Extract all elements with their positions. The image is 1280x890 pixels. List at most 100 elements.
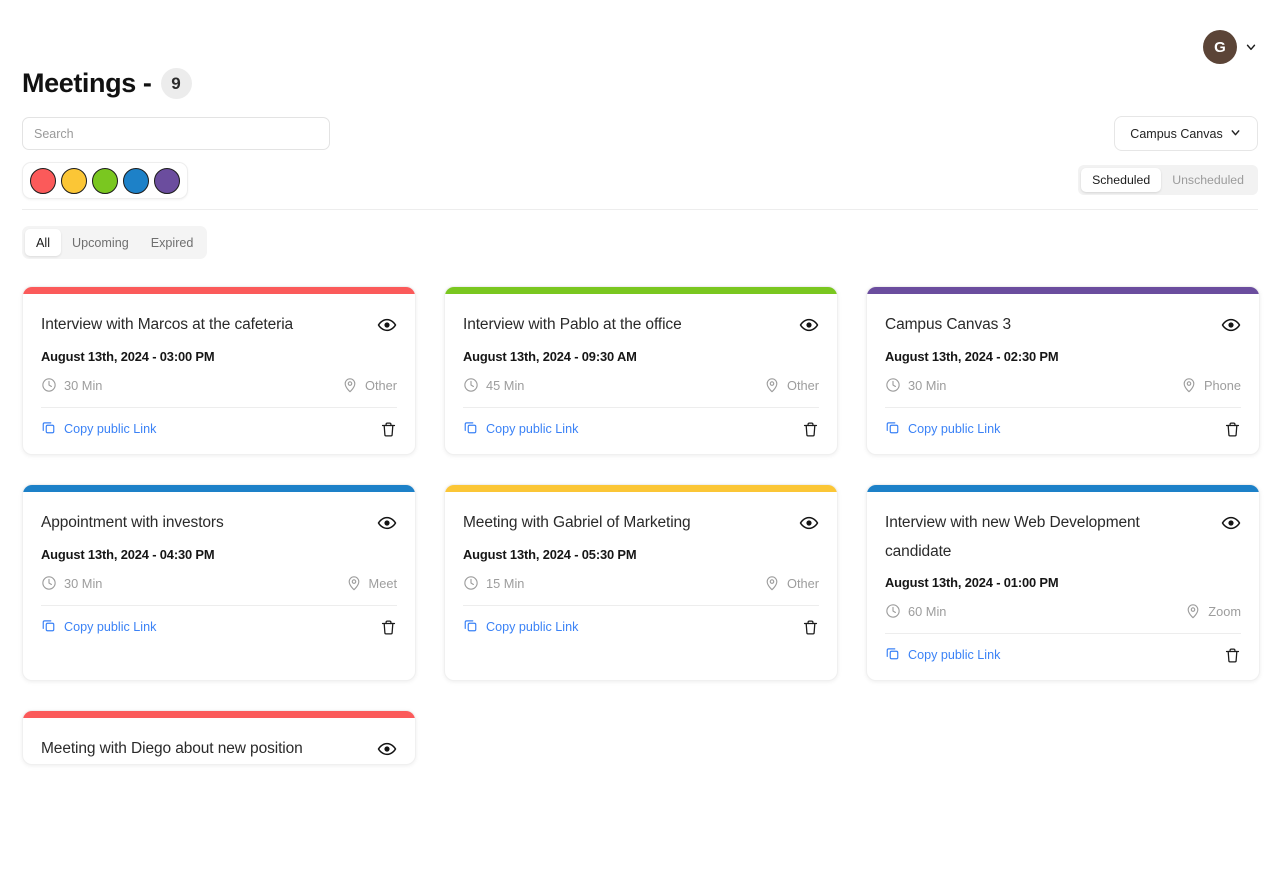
- card-footer: Copy public Link: [885, 408, 1241, 454]
- tab-expired[interactable]: Expired: [140, 229, 205, 256]
- trash-icon[interactable]: [802, 619, 819, 636]
- eye-icon[interactable]: [377, 315, 397, 340]
- eye-icon[interactable]: [377, 739, 397, 764]
- meeting-duration-text: 45 Min: [486, 378, 524, 393]
- eye-icon[interactable]: [799, 315, 819, 340]
- card-header: Meeting with Diego about new position: [41, 734, 397, 764]
- copy-public-link-label: Copy public Link: [64, 620, 156, 634]
- section-divider: [22, 209, 1258, 210]
- meeting-card[interactable]: Interview with Pablo at the officeAugust…: [444, 286, 838, 455]
- project-select[interactable]: Campus Canvas: [1114, 116, 1258, 151]
- meetings-count-badge: 9: [161, 68, 192, 99]
- clock-icon: [885, 377, 901, 393]
- meeting-meta: 15 MinOther: [463, 575, 819, 591]
- trash-icon[interactable]: [380, 619, 397, 636]
- copy-public-link-button[interactable]: Copy public Link: [885, 420, 1000, 438]
- color-swatch-red[interactable]: [30, 168, 56, 194]
- tab-all[interactable]: All: [25, 229, 61, 256]
- card-header: Interview with new Web Development candi…: [885, 508, 1241, 566]
- color-swatch-blue[interactable]: [123, 168, 149, 194]
- meeting-duration-text: 30 Min: [64, 576, 102, 591]
- meeting-card[interactable]: Interview with new Web Development candi…: [866, 484, 1260, 681]
- copy-icon: [41, 618, 56, 636]
- meeting-duration: 60 Min: [885, 603, 946, 619]
- chevron-down-icon[interactable]: [1244, 40, 1258, 54]
- card-accent-bar: [23, 485, 415, 492]
- color-swatch-green[interactable]: [92, 168, 118, 194]
- copy-public-link-button[interactable]: Copy public Link: [41, 618, 156, 636]
- copy-icon: [885, 420, 900, 438]
- card-footer: Copy public Link: [41, 606, 397, 652]
- card-header: Campus Canvas 3: [885, 310, 1241, 340]
- copy-public-link-button[interactable]: Copy public Link: [463, 618, 578, 636]
- meeting-card[interactable]: Interview with Marcos at the cafeteriaAu…: [22, 286, 416, 455]
- card-accent-bar: [445, 485, 837, 492]
- card-footer: Copy public Link: [463, 408, 819, 454]
- color-swatch-yellow[interactable]: [61, 168, 87, 194]
- meeting-location: Zoom: [1185, 603, 1241, 619]
- meeting-location-text: Other: [787, 378, 819, 393]
- card-accent-bar: [867, 485, 1259, 492]
- eye-icon[interactable]: [377, 513, 397, 538]
- card-body: Meeting with Gabriel of MarketingAugust …: [445, 492, 837, 680]
- trash-icon[interactable]: [1224, 421, 1241, 438]
- card-footer: Copy public Link: [41, 408, 397, 454]
- eye-icon[interactable]: [1221, 315, 1241, 340]
- meeting-duration: 30 Min: [885, 377, 946, 393]
- meeting-location-text: Other: [365, 378, 397, 393]
- card-header: Interview with Pablo at the office: [463, 310, 819, 340]
- meeting-duration-text: 30 Min: [64, 378, 102, 393]
- clock-icon: [463, 377, 479, 393]
- card-accent-bar: [23, 711, 415, 718]
- eye-icon[interactable]: [1221, 513, 1241, 538]
- meeting-meta: 60 Min Zoom: [885, 603, 1241, 619]
- copy-public-link-button[interactable]: Copy public Link: [885, 646, 1000, 664]
- meetings-page: G Meetings - 9 Campus Canvas Scheduled U…: [0, 0, 1280, 890]
- card-accent-bar: [445, 287, 837, 294]
- copy-public-link-label: Copy public Link: [486, 422, 578, 436]
- meeting-card[interactable]: Campus Canvas 3 August 13th, 2024 - 02:30…: [866, 286, 1260, 455]
- copy-public-link-button[interactable]: Copy public Link: [41, 420, 156, 438]
- copy-public-link-label: Copy public Link: [486, 620, 578, 634]
- card-body: Interview with Pablo at the officeAugust…: [445, 294, 837, 454]
- meeting-card[interactable]: Appointment with investorsAugust 13th, 2…: [22, 484, 416, 681]
- meeting-date: August 13th, 2024 - 05:30 PM: [463, 547, 819, 562]
- clock-icon: [41, 377, 57, 393]
- meeting-duration: 30 Min: [41, 377, 102, 393]
- meeting-card[interactable]: Meeting with Gabriel of MarketingAugust …: [444, 484, 838, 681]
- chevron-down-icon: [1229, 126, 1242, 142]
- toggle-unscheduled[interactable]: Unscheduled: [1161, 168, 1255, 192]
- meeting-meta: 30 MinPhone: [885, 377, 1241, 393]
- page-title-text: Meetings -: [22, 68, 152, 99]
- meeting-duration: 15 Min: [463, 575, 524, 591]
- card-header: Interview with Marcos at the cafeteria: [41, 310, 397, 340]
- tab-upcoming[interactable]: Upcoming: [61, 229, 140, 256]
- meeting-title: Interview with Pablo at the office: [463, 310, 682, 339]
- trash-icon[interactable]: [1224, 647, 1241, 664]
- copy-public-link-button[interactable]: Copy public Link: [463, 420, 578, 438]
- trash-icon[interactable]: [802, 421, 819, 438]
- eye-icon[interactable]: [799, 513, 819, 538]
- clock-icon: [41, 575, 57, 591]
- meeting-date: August 13th, 2024 - 02:30 PM: [885, 349, 1241, 364]
- meeting-card[interactable]: Meeting with Diego about new position: [22, 710, 416, 765]
- meeting-meta: 30 Min Other: [41, 377, 397, 393]
- trash-icon[interactable]: [380, 421, 397, 438]
- toggle-scheduled[interactable]: Scheduled: [1081, 168, 1161, 192]
- clock-icon: [463, 575, 479, 591]
- copy-public-link-label: Copy public Link: [908, 422, 1000, 436]
- color-filter-bar[interactable]: [22, 162, 188, 199]
- meeting-date: August 13th, 2024 - 01:00 PM: [885, 575, 1241, 590]
- meeting-location-text: Meet: [369, 576, 397, 591]
- color-swatch-purple[interactable]: [154, 168, 180, 194]
- meeting-location: Other: [764, 377, 819, 393]
- project-select-label: Campus Canvas: [1130, 127, 1222, 141]
- schedule-toggle[interactable]: Scheduled Unscheduled: [1078, 165, 1258, 195]
- card-footer: Copy public Link: [463, 606, 819, 652]
- avatar[interactable]: G: [1203, 30, 1237, 64]
- search-input[interactable]: [22, 117, 330, 150]
- meeting-meta: 30 Min Meet: [41, 575, 397, 591]
- filter-tabs[interactable]: All Upcoming Expired: [22, 226, 207, 259]
- account-menu[interactable]: G: [1203, 30, 1258, 64]
- meeting-duration: 30 Min: [41, 575, 102, 591]
